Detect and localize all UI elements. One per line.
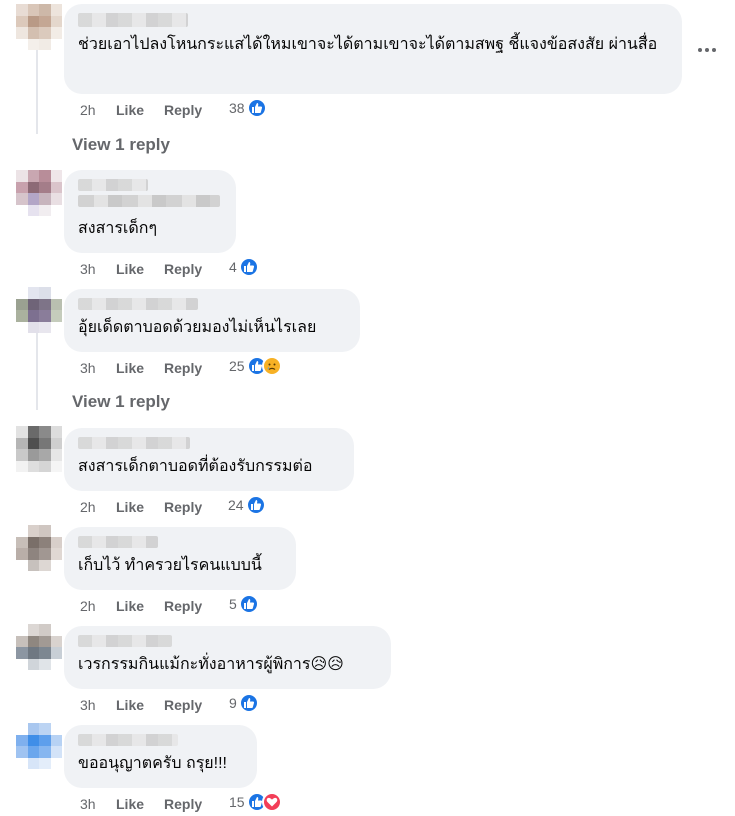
avatar[interactable] <box>16 624 62 670</box>
like-icon <box>245 495 266 515</box>
like-button[interactable]: Like <box>116 697 164 713</box>
reaction-count: 24 <box>228 497 244 513</box>
reply-button[interactable]: Reply <box>164 697 202 713</box>
reaction-summary[interactable]: 9 <box>229 693 259 713</box>
reply-button[interactable]: Reply <box>164 360 202 376</box>
comment-time[interactable]: 2h <box>80 499 116 515</box>
commenter-name[interactable] <box>78 635 172 647</box>
comment-actions: 3h Like Reply <box>80 693 202 717</box>
comment-actions: 3h Like Reply <box>80 257 202 281</box>
comment-time[interactable]: 3h <box>80 697 116 713</box>
comment-time[interactable]: 2h <box>80 102 116 118</box>
reaction-summary[interactable]: 25 <box>229 356 282 376</box>
commenter-name[interactable] <box>78 734 178 746</box>
reaction-count: 38 <box>229 100 245 116</box>
love-reaction-icon <box>261 792 282 812</box>
comment-actions: 2h Like Reply <box>80 98 202 122</box>
like-button[interactable]: Like <box>116 499 164 515</box>
like-button[interactable]: Like <box>116 261 164 277</box>
like-icon <box>238 257 259 277</box>
reaction-count: 9 <box>229 695 237 711</box>
like-button[interactable]: Like <box>116 598 164 614</box>
comment-text: เวรกรรมกินแม้กะทั่งอาหารผู้พิการ😥😥 <box>78 656 344 673</box>
like-icon <box>238 594 259 614</box>
commenter-name[interactable] <box>78 298 198 310</box>
reaction-summary[interactable]: 5 <box>229 594 259 614</box>
comment-bubble: เวรกรรมกินแม้กะทั่งอาหารผู้พิการ😥😥 <box>64 626 391 689</box>
comment-actions: 2h Like Reply <box>80 495 202 519</box>
comment-actions: 3h Like Reply <box>80 792 202 816</box>
reply-button[interactable]: Reply <box>164 499 202 515</box>
comment-bubble: ขออนุญาตครับ ถรุย!!! <box>64 725 257 788</box>
comment-time[interactable]: 3h <box>80 360 116 376</box>
reaction-summary[interactable]: 24 <box>228 495 266 515</box>
thread-line <box>36 46 38 134</box>
like-icon <box>246 98 267 118</box>
thread-line <box>36 330 38 410</box>
comment-actions: 2h Like Reply <box>80 594 202 618</box>
avatar[interactable] <box>16 723 62 769</box>
reply-button[interactable]: Reply <box>164 598 202 614</box>
comment-bubble: เก็บไว้ ทำครวยไรคนแบบนี้ <box>64 527 296 590</box>
commenter-name[interactable] <box>78 13 188 27</box>
comment-text: ช่วยเอาไปลงโหนกระแสได้ใหมเขาจะได้ตามเขาจ… <box>78 36 658 53</box>
view-replies-link[interactable]: View 1 reply <box>72 392 170 412</box>
reaction-count: 5 <box>229 596 237 612</box>
avatar[interactable] <box>16 170 62 216</box>
reaction-count: 25 <box>229 358 245 374</box>
comment-bubble: สงสารเด็กตาบอดที่ต้องรับกรรมต่อ <box>64 428 354 491</box>
commenter-subtitle <box>78 195 220 207</box>
like-button[interactable]: Like <box>116 360 164 376</box>
more-options-icon[interactable] <box>696 42 718 58</box>
reply-button[interactable]: Reply <box>164 796 202 812</box>
sad-reaction-icon <box>261 356 282 376</box>
reaction-count: 4 <box>229 259 237 275</box>
reaction-summary[interactable]: 38 <box>229 98 267 118</box>
avatar[interactable] <box>16 525 62 571</box>
comment-time[interactable]: 3h <box>80 261 116 277</box>
commenter-name[interactable] <box>78 437 190 449</box>
reply-button[interactable]: Reply <box>164 102 202 118</box>
comment-text: สงสารเด็กๆ <box>78 220 158 237</box>
like-button[interactable]: Like <box>116 796 164 812</box>
comment-time[interactable]: 2h <box>80 598 116 614</box>
view-replies-link[interactable]: View 1 reply <box>72 135 170 155</box>
comment-bubble: สงสารเด็กๆ <box>64 170 236 253</box>
reply-button[interactable]: Reply <box>164 261 202 277</box>
commenter-name[interactable] <box>78 536 158 548</box>
reaction-summary[interactable]: 4 <box>229 257 259 277</box>
like-button[interactable]: Like <box>116 102 164 118</box>
like-icon <box>238 693 259 713</box>
comment-text: สงสารเด็กตาบอดที่ต้องรับกรรมต่อ <box>78 458 313 475</box>
reaction-count: 15 <box>229 794 245 810</box>
avatar[interactable] <box>16 4 62 50</box>
commenter-name[interactable] <box>78 179 148 191</box>
comment-bubble: อุ้ยเด็ดตาบอดด้วยมองไม่เห็นไรเลย <box>64 289 360 352</box>
comment-time[interactable]: 3h <box>80 796 116 812</box>
comment-text: อุ้ยเด็ดตาบอดด้วยมองไม่เห็นไรเลย <box>78 319 317 336</box>
comment-text: ขออนุญาตครับ ถรุย!!! <box>78 755 227 772</box>
comment-actions: 3h Like Reply <box>80 356 202 380</box>
avatar[interactable] <box>16 287 62 333</box>
comment-text: เก็บไว้ ทำครวยไรคนแบบนี้ <box>78 557 262 574</box>
avatar[interactable] <box>16 426 62 472</box>
reaction-summary[interactable]: 15 <box>229 792 282 812</box>
comment-bubble: ช่วยเอาไปลงโหนกระแสได้ใหมเขาจะได้ตามเขาจ… <box>64 4 682 94</box>
